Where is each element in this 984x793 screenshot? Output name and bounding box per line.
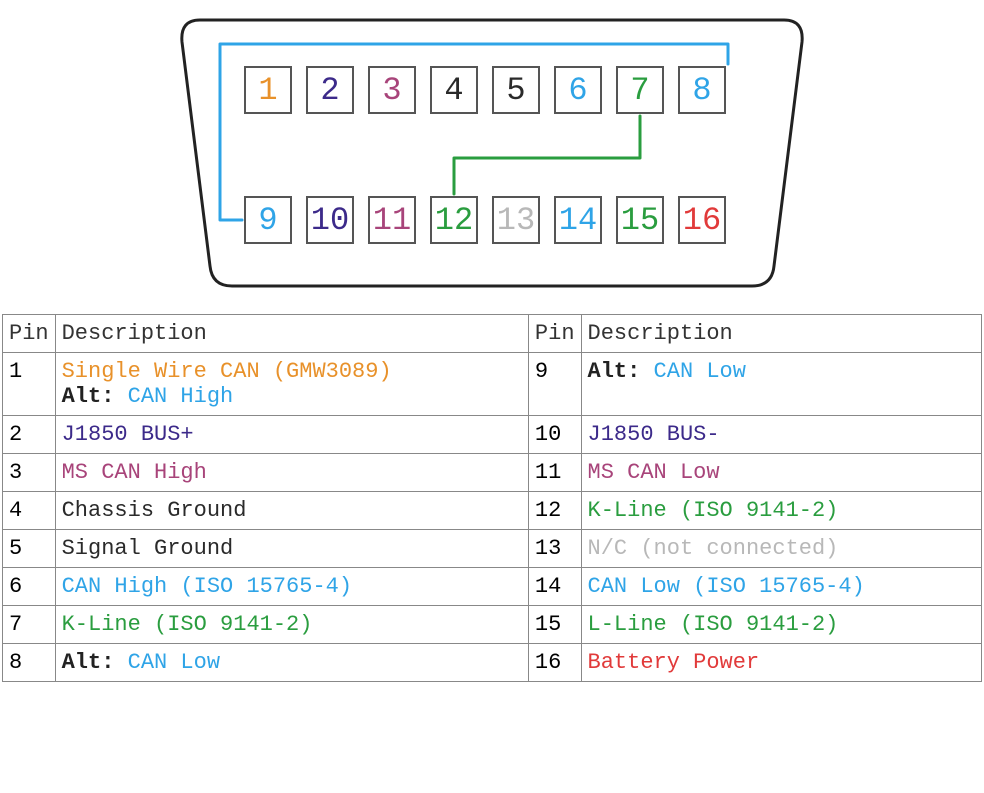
pin-11: 11 bbox=[368, 196, 416, 244]
desc-cell: CAN High (ISO 15765-4) bbox=[55, 568, 528, 606]
table-row: 8Alt: CAN Low16Battery Power bbox=[3, 644, 982, 682]
pin-cell: 2 bbox=[3, 416, 56, 454]
pin-1: 1 bbox=[244, 66, 292, 114]
pin-cell: 13 bbox=[528, 530, 581, 568]
desc-cell: Signal Ground bbox=[55, 530, 528, 568]
pin-cell: 7 bbox=[3, 606, 56, 644]
pin-6: 6 bbox=[554, 66, 602, 114]
pin-cell: 8 bbox=[3, 644, 56, 682]
pin-cell: 10 bbox=[528, 416, 581, 454]
col-pin-right: Pin bbox=[528, 315, 581, 353]
pin-cell: 1 bbox=[3, 353, 56, 416]
pin-cell: 16 bbox=[528, 644, 581, 682]
desc-cell: K-Line (ISO 9141-2) bbox=[55, 606, 528, 644]
desc-cell: N/C (not connected) bbox=[581, 530, 981, 568]
pin-8: 8 bbox=[678, 66, 726, 114]
pinout-table: Pin Description Pin Description 1Single … bbox=[2, 314, 982, 682]
desc-cell: J1850 BUS- bbox=[581, 416, 981, 454]
pin-12: 12 bbox=[430, 196, 478, 244]
desc-cell: Alt: CAN Low bbox=[55, 644, 528, 682]
pin-cell: 4 bbox=[3, 492, 56, 530]
pin-15: 15 bbox=[616, 196, 664, 244]
pin-cell: 6 bbox=[3, 568, 56, 606]
table-row: 6CAN High (ISO 15765-4)14CAN Low (ISO 15… bbox=[3, 568, 982, 606]
desc-cell: MS CAN High bbox=[55, 454, 528, 492]
pin-cell: 15 bbox=[528, 606, 581, 644]
table-row: 4Chassis Ground12K-Line (ISO 9141-2) bbox=[3, 492, 982, 530]
pin-5: 5 bbox=[492, 66, 540, 114]
table-row: 1Single Wire CAN (GMW3089)Alt: CAN High9… bbox=[3, 353, 982, 416]
table-row: 3MS CAN High11MS CAN Low bbox=[3, 454, 982, 492]
pin-16: 16 bbox=[678, 196, 726, 244]
table-row: 2J1850 BUS+10J1850 BUS- bbox=[3, 416, 982, 454]
pin-2: 2 bbox=[306, 66, 354, 114]
col-desc-left: Description bbox=[55, 315, 528, 353]
desc-cell: Alt: CAN Low bbox=[581, 353, 981, 416]
connector-diagram: 1 2 3 4 5 6 7 8 9 10 11 12 13 14 15 16 bbox=[0, 0, 984, 298]
col-desc-right: Description bbox=[581, 315, 981, 353]
pin-3: 3 bbox=[368, 66, 416, 114]
desc-cell: L-Line (ISO 9141-2) bbox=[581, 606, 981, 644]
desc-cell: Battery Power bbox=[581, 644, 981, 682]
desc-cell: Single Wire CAN (GMW3089)Alt: CAN High bbox=[55, 353, 528, 416]
pin-14: 14 bbox=[554, 196, 602, 244]
desc-cell: CAN Low (ISO 15765-4) bbox=[581, 568, 981, 606]
table-row: 7K-Line (ISO 9141-2)15L-Line (ISO 9141-2… bbox=[3, 606, 982, 644]
pin-13: 13 bbox=[492, 196, 540, 244]
desc-cell: J1850 BUS+ bbox=[55, 416, 528, 454]
table-header-row: Pin Description Pin Description bbox=[3, 315, 982, 353]
pin-cell: 11 bbox=[528, 454, 581, 492]
pin-cell: 14 bbox=[528, 568, 581, 606]
pin-10: 10 bbox=[306, 196, 354, 244]
connector-outline bbox=[172, 8, 812, 298]
pin-row-top: 1 2 3 4 5 6 7 8 bbox=[244, 66, 726, 114]
pin-cell: 5 bbox=[3, 530, 56, 568]
pin-9: 9 bbox=[244, 196, 292, 244]
pin-4: 4 bbox=[430, 66, 478, 114]
pin-cell: 12 bbox=[528, 492, 581, 530]
pin-row-bottom: 9 10 11 12 13 14 15 16 bbox=[244, 196, 726, 244]
col-pin-left: Pin bbox=[3, 315, 56, 353]
table-row: 5Signal Ground13N/C (not connected) bbox=[3, 530, 982, 568]
pin-cell: 3 bbox=[3, 454, 56, 492]
pin-cell: 9 bbox=[528, 353, 581, 416]
desc-cell: Chassis Ground bbox=[55, 492, 528, 530]
desc-cell: MS CAN Low bbox=[581, 454, 981, 492]
desc-cell: K-Line (ISO 9141-2) bbox=[581, 492, 981, 530]
pin-7: 7 bbox=[616, 66, 664, 114]
